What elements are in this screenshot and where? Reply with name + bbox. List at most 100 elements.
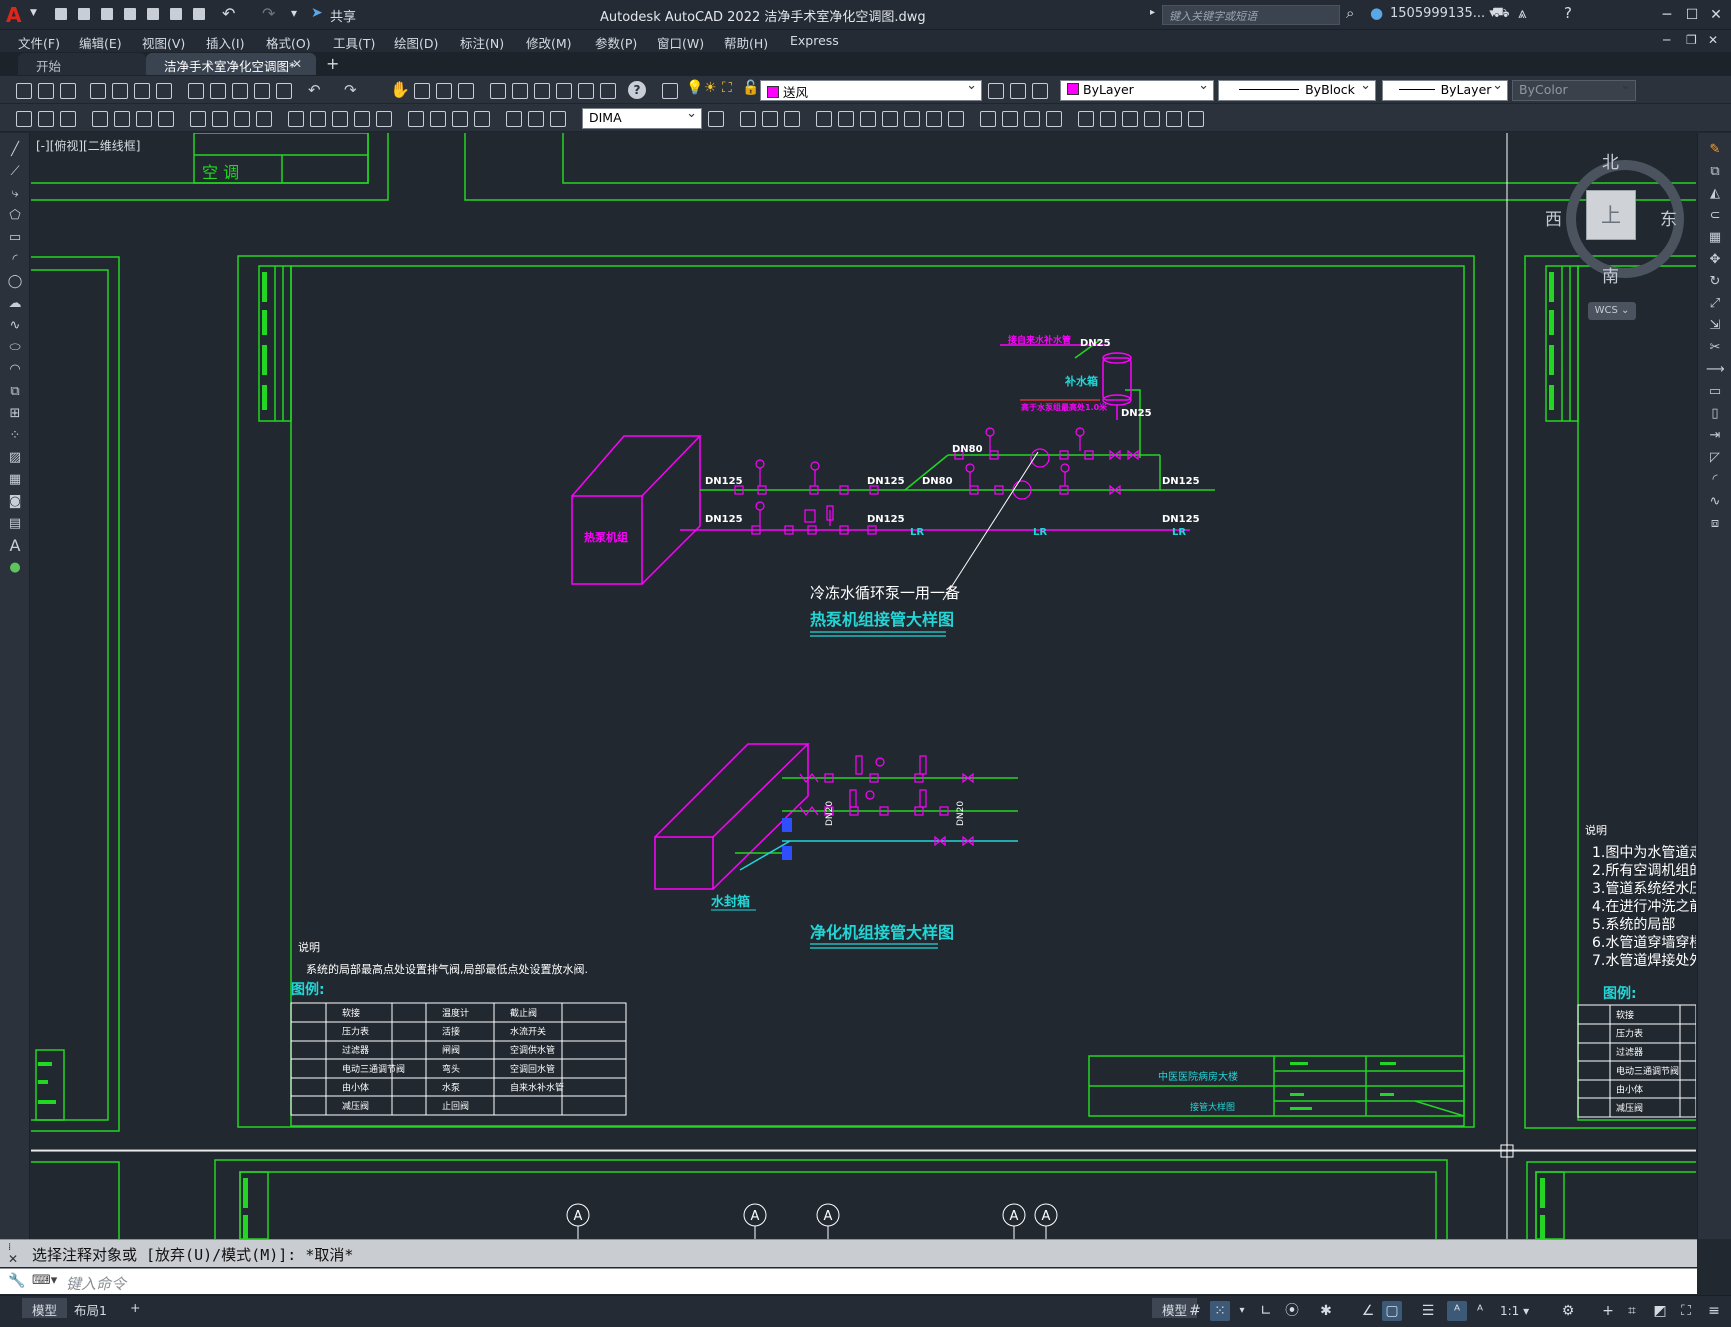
linetype-dropdown[interactable]: ByBlock xyxy=(1218,80,1376,101)
ellipse-icon[interactable]: ⬭ xyxy=(6,339,24,357)
modify-tool-6-icon[interactable] xyxy=(858,109,876,127)
doc-restore-icon[interactable]: ❐ xyxy=(1686,33,1697,47)
snap-icon[interactable]: ⁙ xyxy=(1210,1301,1230,1321)
tab-start[interactable]: 开始 xyxy=(18,53,146,75)
modify-tool-20-icon[interactable] xyxy=(1186,109,1204,127)
search-expand-icon[interactable]: ▸ xyxy=(1150,7,1155,18)
construction-line-icon[interactable]: ⟋ xyxy=(6,163,24,181)
modify-tool-18-icon[interactable] xyxy=(1142,109,1160,127)
modify-tool-5-icon[interactable] xyxy=(836,109,854,127)
insert-block-icon[interactable]: ⧉ xyxy=(6,383,24,401)
fillet-icon[interactable]: ◜ xyxy=(1706,471,1724,489)
color-dropdown[interactable]: ByLayer xyxy=(1060,80,1214,101)
undo-toolbar-icon[interactable]: ↶ xyxy=(308,81,321,99)
calculator-icon[interactable] xyxy=(598,81,616,99)
modify-tool-1-icon[interactable] xyxy=(738,109,756,127)
redo-icon[interactable]: ↷ xyxy=(262,4,275,23)
modify-tool-19-icon[interactable] xyxy=(1164,109,1182,127)
modify-tool-13-icon[interactable] xyxy=(1022,109,1040,127)
sheet-set-icon[interactable] xyxy=(554,81,572,99)
share-button[interactable]: 共享 xyxy=(330,6,356,25)
user-account-button[interactable]: 1505999135... ▾ xyxy=(1390,6,1496,21)
dimension-update-icon[interactable] xyxy=(548,109,566,127)
angular-dimension-icon[interactable] xyxy=(254,109,272,127)
plotstyle-dropdown[interactable]: ByColor xyxy=(1512,80,1636,101)
ellipse-arc-icon[interactable]: ◠ xyxy=(6,361,24,379)
offset-icon[interactable]: ⊂ xyxy=(1706,207,1724,225)
units-icon[interactable]: ⌗ xyxy=(1622,1301,1642,1321)
compass-east[interactable]: 东 xyxy=(1660,205,1677,230)
modify-tool-12-icon[interactable] xyxy=(1000,109,1018,127)
break-at-point-icon[interactable]: ▯ xyxy=(1706,405,1724,423)
viewport-controls[interactable]: [-][俯视][二维线框] xyxy=(36,137,140,154)
command-close-icon[interactable]: ✕ xyxy=(8,1252,18,1266)
table-icon[interactable]: ▤ xyxy=(6,515,24,533)
polar-icon[interactable]: ⦿ xyxy=(1282,1301,1302,1321)
layer-dropdown[interactable]: 送风 xyxy=(760,80,982,101)
wcs-menu[interactable]: WCS ⌄ xyxy=(1588,302,1636,320)
menu-format[interactable]: 格式(O) xyxy=(266,33,311,52)
rectangle-icon[interactable]: ▭ xyxy=(6,229,24,247)
rotate-icon[interactable]: ↻ xyxy=(1706,273,1724,291)
arc-length-icon[interactable] xyxy=(134,109,152,127)
dimension-space-icon[interactable] xyxy=(352,109,370,127)
polygon-icon[interactable]: ⬠ xyxy=(6,207,24,225)
annotation-scale[interactable]: 1:1 ▾ xyxy=(1500,1304,1529,1318)
layer-viewport-freeze-icon[interactable]: ⛶ xyxy=(722,80,732,96)
modify-tool-2-icon[interactable] xyxy=(760,109,778,127)
inspection-icon[interactable] xyxy=(450,109,468,127)
match-properties-icon[interactable] xyxy=(252,81,270,99)
move-icon[interactable]: ✥ xyxy=(1706,251,1724,269)
modify-tool-14-icon[interactable] xyxy=(1044,109,1062,127)
make-current-layer-icon[interactable] xyxy=(986,81,1004,99)
spline-icon[interactable]: ∿ xyxy=(6,317,24,335)
object-snap-icon[interactable]: ▢ xyxy=(1382,1301,1402,1321)
new-tab-icon[interactable]: + xyxy=(326,54,339,73)
layer-states-icon[interactable] xyxy=(1030,81,1048,99)
open-file-icon[interactable] xyxy=(75,5,93,23)
compass-west[interactable]: 西 xyxy=(1545,205,1562,230)
trim-icon[interactable]: ✂ xyxy=(1706,339,1724,357)
modify-tool-7-icon[interactable] xyxy=(880,109,898,127)
modify-tool-9-icon[interactable] xyxy=(924,109,942,127)
menu-help[interactable]: 帮助(H) xyxy=(724,33,768,52)
hatch-icon[interactable]: ▨ xyxy=(6,449,24,467)
new-icon[interactable] xyxy=(14,81,32,99)
lineweight-icon[interactable]: ☰ xyxy=(1418,1301,1438,1321)
copy-icon[interactable] xyxy=(208,81,226,99)
layer-properties-icon[interactable] xyxy=(660,81,678,99)
autocad-logo-icon[interactable]: A xyxy=(6,3,28,27)
stretch-icon[interactable]: ⇲ xyxy=(1706,317,1724,335)
break-icon[interactable]: ▭ xyxy=(1706,383,1724,401)
save-web-icon[interactable] xyxy=(167,5,185,23)
modify-tool-3-icon[interactable] xyxy=(782,109,800,127)
erase-icon[interactable]: ✎ xyxy=(1706,141,1724,159)
dimension-style-icon[interactable] xyxy=(706,109,724,127)
menu-view[interactable]: 视图(V) xyxy=(142,33,185,52)
clean-screen-icon[interactable]: ⛶ xyxy=(1676,1301,1696,1321)
modify-tool-8-icon[interactable] xyxy=(902,109,920,127)
menu-modify[interactable]: 修改(M) xyxy=(526,33,572,52)
linear-dimension-icon[interactable] xyxy=(90,109,108,127)
tool-palettes-icon[interactable] xyxy=(532,81,550,99)
print-icon[interactable] xyxy=(88,81,106,99)
undo-icon[interactable]: ↶ xyxy=(222,4,235,23)
center-mark-icon[interactable] xyxy=(428,109,446,127)
menu-draw[interactable]: 绘图(D) xyxy=(394,33,438,52)
modify-tool-17-icon[interactable] xyxy=(1120,109,1138,127)
zoom-previous-icon[interactable] xyxy=(456,81,474,99)
save-icon[interactable] xyxy=(98,5,116,23)
polyline-icon[interactable]: ⤷ xyxy=(6,185,24,203)
explode-icon[interactable]: ⧈ xyxy=(1706,515,1724,533)
save-as-icon[interactable] xyxy=(121,5,139,23)
modify-tool-15-icon[interactable] xyxy=(1076,109,1094,127)
customize-icon[interactable]: 🔧 xyxy=(8,1273,25,1289)
tolerance-icon[interactable] xyxy=(406,109,424,127)
app-menu-chevron-icon[interactable]: ▼ xyxy=(30,8,37,18)
3d-print-icon[interactable] xyxy=(154,81,172,99)
jogged-linear-icon[interactable] xyxy=(472,109,490,127)
region-icon[interactable]: ◙ xyxy=(6,493,24,511)
menu-dimension[interactable]: 标注(N) xyxy=(460,33,504,52)
continue-dimension-icon[interactable] xyxy=(330,109,348,127)
menu-tools[interactable]: 工具(T) xyxy=(333,33,375,52)
